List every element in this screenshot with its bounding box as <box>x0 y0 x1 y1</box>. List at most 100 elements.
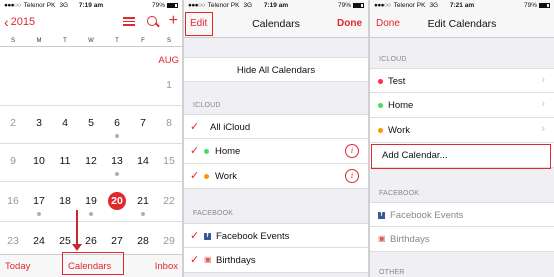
work-calendar-row[interactable]: ✓ Work i <box>184 164 368 189</box>
day-cell-today[interactable]: 20 <box>104 192 130 221</box>
clock: 7:19 am <box>263 2 289 9</box>
facebook-icon: f <box>378 212 385 219</box>
day-number: 25 <box>59 235 71 247</box>
day-cell[interactable]: 19 <box>78 195 104 221</box>
calendars-button-highlight <box>62 252 124 275</box>
day-cell[interactable]: 10 <box>26 155 52 181</box>
search-icon[interactable] <box>146 16 157 26</box>
event-dot <box>141 212 145 216</box>
day-number: 27 <box>111 235 123 247</box>
clock: 7:21 am <box>449 2 475 9</box>
home-color-dot <box>378 103 383 108</box>
carrier-label: Telenor PK <box>207 2 240 9</box>
weekday-wed: W <box>88 38 94 44</box>
calendar-header: ‹ 2015 + <box>0 11 182 37</box>
header-actions: + <box>122 13 178 29</box>
day-number: 22 <box>163 195 175 207</box>
day-number: 2 <box>10 117 16 129</box>
chevron-right-icon: › <box>541 98 545 110</box>
day-number: 21 <box>137 195 149 207</box>
day-number: 11 <box>59 155 71 167</box>
battery-indicator: 79% <box>338 2 364 9</box>
day-cell[interactable]: 8 <box>156 117 182 143</box>
battery-percent: 79% <box>337 2 351 9</box>
day-cell[interactable]: 2 <box>0 117 26 143</box>
day-cell[interactable]: 15 <box>156 155 182 181</box>
facebook-events-row[interactable]: f Facebook Events <box>370 202 554 227</box>
day-cell[interactable] <box>52 79 78 105</box>
day-cell[interactable]: 11 <box>52 155 78 181</box>
day-cell[interactable]: 14 <box>130 155 156 181</box>
back-to-year-button[interactable]: ‹ 2015 <box>4 14 35 30</box>
home-calendar-row[interactable]: ✓ Home i <box>184 139 368 164</box>
event-dot <box>115 172 119 176</box>
test-calendar-row[interactable]: Test › <box>370 68 554 93</box>
inbox-button[interactable]: Inbox <box>155 261 178 272</box>
hide-all-label: Hide All Calendars <box>236 65 316 76</box>
day-cell[interactable]: 17 <box>26 195 52 221</box>
day-cell[interactable] <box>78 79 104 105</box>
day-cell[interactable]: 12 <box>78 155 104 181</box>
day-number: 1 <box>166 79 172 91</box>
all-icloud-row[interactable]: ✓ All iCloud <box>184 114 368 139</box>
all-icloud-label: All iCloud <box>210 122 251 133</box>
day-cell[interactable]: 4 <box>52 117 78 143</box>
day-number: 9 <box>10 155 16 167</box>
day-cell[interactable] <box>130 79 156 105</box>
birthdays-label: Birthdays <box>390 234 430 245</box>
event-dot <box>115 134 119 138</box>
day-cell[interactable]: 18 <box>52 195 78 221</box>
day-cell[interactable] <box>104 79 130 105</box>
home-calendar-row[interactable]: Home › <box>370 93 554 118</box>
weekday-labels: S M T W T F S <box>0 38 182 44</box>
day-cell[interactable]: 16 <box>0 195 26 221</box>
calendar-month-screen: ●●●○○ Telenor PK 3G 7:19 am 79% ‹ 2015 +… <box>0 0 182 277</box>
day-number: 10 <box>33 155 45 167</box>
chevron-right-icon: › <box>541 123 545 135</box>
day-cell[interactable]: 9 <box>0 155 26 181</box>
done-button[interactable]: Done <box>337 18 362 29</box>
week-row: 2 3 4 5 6 7 8 <box>0 117 182 143</box>
day-cell[interactable]: 5 <box>78 117 104 143</box>
list-view-icon[interactable] <box>122 16 135 26</box>
chevron-left-icon: ‹ <box>4 14 9 30</box>
network-label: 3G <box>59 2 69 9</box>
event-dot <box>37 212 41 216</box>
day-cell[interactable]: 7 <box>130 117 156 143</box>
signal-indicator: ●●●○○ <box>4 2 21 9</box>
hide-all-calendars-button[interactable]: Hide All Calendars <box>184 57 368 82</box>
day-cell[interactable]: 21 <box>130 195 156 221</box>
today-button[interactable]: Today <box>5 261 30 272</box>
work-calendar-row[interactable]: Work › <box>370 118 554 143</box>
today-marker: 20 <box>108 192 126 210</box>
icloud-section-header: ICLOUD <box>379 56 407 63</box>
chevron-right-icon: › <box>541 74 545 86</box>
day-cell[interactable]: 22 <box>156 195 182 221</box>
day-cell[interactable] <box>0 79 26 105</box>
week-row: 16 17 18 19 20 21 22 <box>0 192 182 221</box>
day-number: 13 <box>111 155 123 167</box>
month-label: AUG <box>158 55 179 66</box>
day-cell[interactable] <box>26 79 52 105</box>
add-event-icon[interactable]: + <box>169 13 178 29</box>
birthdays-row[interactable]: ▣ Birthdays <box>370 227 554 252</box>
calendars-screen: ●●●○○ Telenor PK 3G 7:19 am 79% Edit Cal… <box>184 0 368 277</box>
day-cell[interactable]: 13 <box>104 155 130 181</box>
edit-calendars-screen: ●●●○○ Telenor PK 3G 7:21 am 79% Done Edi… <box>370 0 554 277</box>
gift-icon: ▣ <box>204 255 212 264</box>
birthdays-row[interactable]: ✓ ▣ Birthdays <box>184 248 368 273</box>
day-cell[interactable]: 3 <box>26 117 52 143</box>
day-cell[interactable]: 6 <box>104 117 130 143</box>
nav-bar: Done Edit Calendars <box>370 11 554 38</box>
info-icon[interactable]: i <box>345 169 359 183</box>
day-cell[interactable]: 1 <box>156 79 182 105</box>
facebook-events-row[interactable]: ✓ f Facebook Events <box>184 223 368 248</box>
work-color-dot <box>378 128 383 133</box>
weekday-sat: S <box>166 38 171 44</box>
edit-button-highlight <box>185 12 213 36</box>
info-icon[interactable]: i <box>345 144 359 158</box>
day-number: 14 <box>137 155 149 167</box>
day-number: 6 <box>114 117 120 129</box>
icloud-section-header: ICLOUD <box>193 102 221 109</box>
clock: 7:19 am <box>78 2 104 9</box>
